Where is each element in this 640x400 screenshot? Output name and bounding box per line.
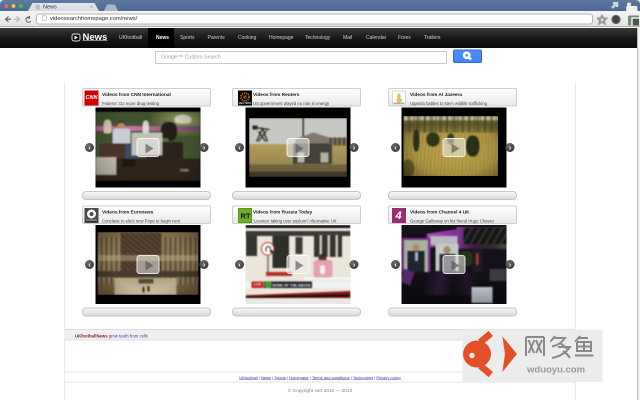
svg-text:REUTERS: REUTERS <box>239 101 252 105</box>
